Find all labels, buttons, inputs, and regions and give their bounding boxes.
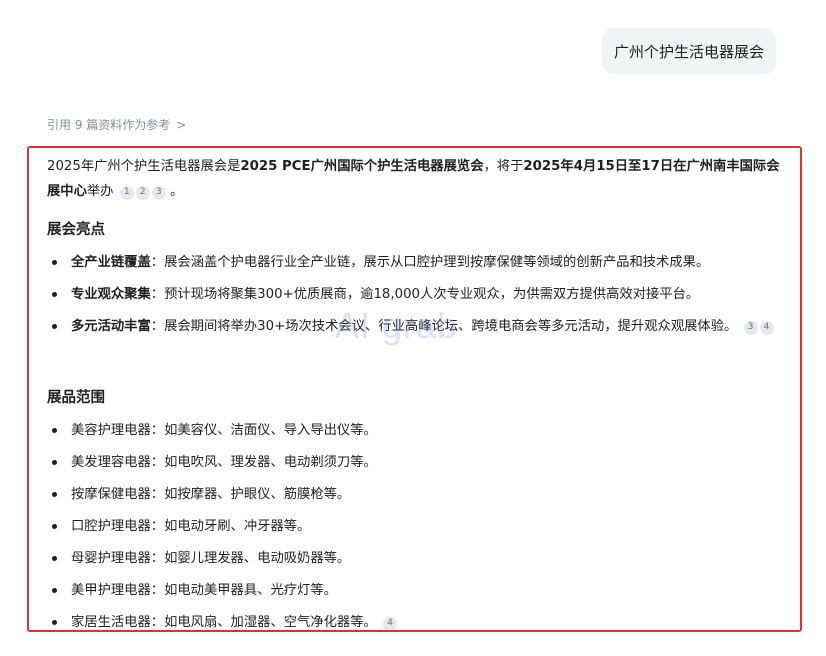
citation-badge[interactable]: 3 [743,320,758,335]
list-item: 家居生活电器：如电风扇、加湿器、空气净化器等。 4 [47,610,787,630]
citation-badge[interactable]: 4 [383,616,398,630]
citation-badge[interactable]: 1 [119,185,134,200]
item-text: 家居生活电器：如电风扇、加湿器、空气净化器等。 [71,615,377,630]
citation-badge[interactable]: 2 [135,185,150,200]
intro-text-3: 举办 [86,184,114,199]
item-label: 专业观众聚集 [71,287,151,302]
item-text: ：展会期间将举办30+场次技术会议、行业高峰论坛、跨境电商会等多元活动，提升观众… [150,319,738,334]
highlights-list: 全产业链覆盖：展会涵盖个护电器行业全产业链，展示从口腔护理到按摩保健等领域的创新… [47,250,787,339]
item-label: 全产业链覆盖 [71,255,151,270]
list-item: 母婴护理电器：如婴儿理发器、电动吸奶器等。 [47,546,787,571]
answer-panel: 2025年广州个护生活电器展会是2025 PCE广州国际个护生活电器展览会，将于… [27,146,802,632]
references-label: 引用 9 篇资料作为参考 [47,118,171,132]
list-item: 专业观众聚集：预计现场将聚集300+优质展商，逾18,000人次专业观众，为供需… [47,282,787,307]
section-heading-exhibits: 展品范围 [47,390,105,406]
citation-badge[interactable]: 3 [151,185,166,200]
user-query-bubble: 广州个护生活电器展会 [602,28,776,74]
chevron-right-icon: > [176,117,187,132]
item-text: 按摩保健电器：如按摩器、护眼仪、筋膜枪等。 [71,487,351,502]
references-toggle[interactable]: 引用 9 篇资料作为参考 > [47,116,186,133]
list-item: 多元活动丰富：展会期间将举办30+场次技术会议、行业高峰论坛、跨境电商会等多元活… [47,314,787,339]
intro-bold-expo-name: 2025 PCE广州国际个护生活电器展览会 [240,159,484,174]
list-item: 口腔护理电器：如电动牙刷、冲牙器等。 [47,514,787,539]
item-text: 美甲护理电器：如电动美甲器具、光疗灯等。 [71,583,337,598]
item-text: ：预计现场将聚集300+优质展商，逾18,000人次专业观众，为供需双方提供高效… [150,287,700,302]
list-item: 美容护理电器：如美容仪、洁面仪、导入导出仪等。 [47,418,787,443]
answer-intro: 2025年广州个护生活电器展会是2025 PCE广州国际个护生活电器展览会，将于… [47,154,792,204]
item-text: ：展会涵盖个护电器行业全产业链，展示从口腔护理到按摩保健等领域的创新产品和技术成… [150,255,710,270]
exhibits-list: 美容护理电器：如美容仪、洁面仪、导入导出仪等。 美发理容电器：如电吹风、理发器、… [47,418,787,630]
item-label: 多元活动丰富 [71,319,151,334]
intro-text-2: ，将于 [483,159,524,174]
item-text: 母婴护理电器：如婴儿理发器、电动吸奶器等。 [71,551,351,566]
section-heading-highlights: 展会亮点 [47,222,105,238]
intro-end: 。 [169,184,184,199]
item-text: 美容护理电器：如美容仪、洁面仪、导入导出仪等。 [71,423,377,438]
list-item: 按摩保健电器：如按摩器、护眼仪、筋膜枪等。 [47,482,787,507]
list-item: 美发理容电器：如电吹风、理发器、电动剃须刀等。 [47,450,787,475]
item-text: 口腔护理电器：如电动牙刷、冲牙器等。 [71,519,311,534]
citation-badge[interactable]: 4 [759,320,774,335]
list-item: 全产业链覆盖：展会涵盖个护电器行业全产业链，展示从口腔护理到按摩保健等领域的创新… [47,250,787,275]
user-query-text: 广州个护生活电器展会 [613,42,764,61]
item-text: 美发理容电器：如电吹风、理发器、电动剃须刀等。 [71,455,377,470]
list-item: 美甲护理电器：如电动美甲器具、光疗灯等。 [47,578,787,603]
intro-text-1: 2025年广州个护生活电器展会是 [47,159,241,174]
